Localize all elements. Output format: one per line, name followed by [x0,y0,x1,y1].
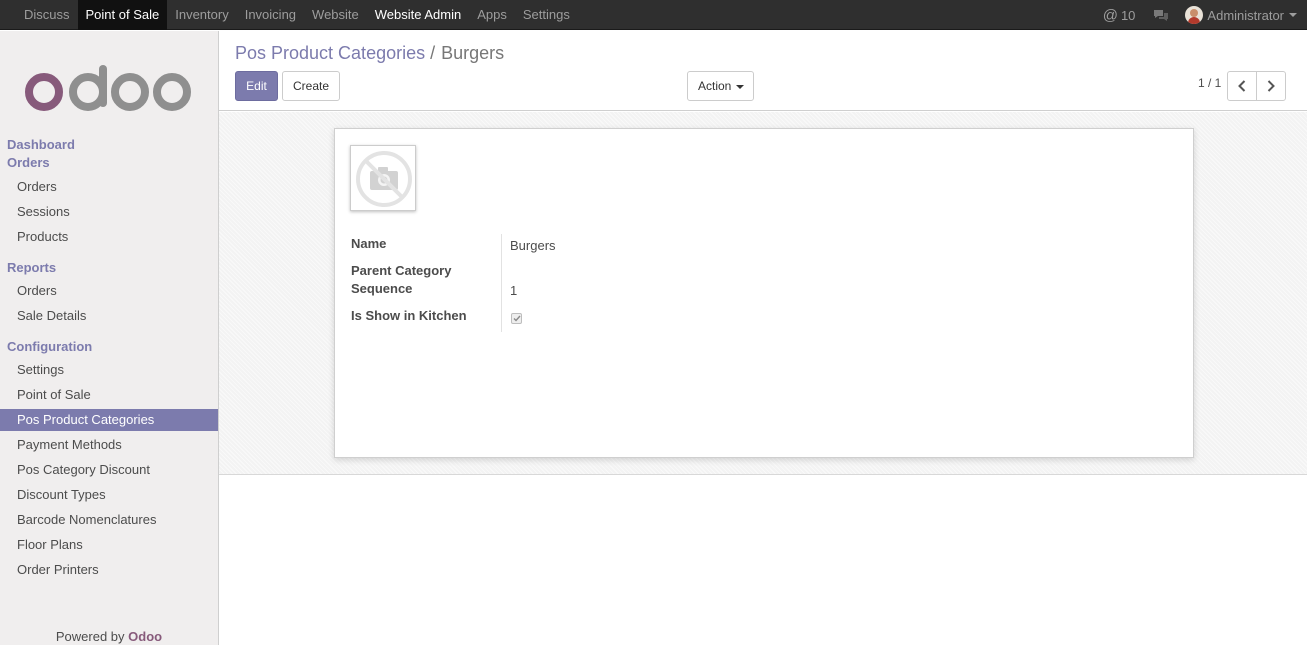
powered-by-label: Powered by [55,629,125,644]
top-navbar: Discuss Point of Sale Inventory Invoicin… [0,0,1307,30]
sequence-value: 1 [510,283,518,298]
breadcrumb-separator: / [430,43,436,63]
chevron-right-icon [1267,80,1275,92]
user-menu[interactable]: Administrator [1185,6,1297,24]
pager-previous-button[interactable] [1227,71,1257,101]
sequence-label: Sequence [351,281,413,296]
is-show-in-kitchen-checkbox [511,313,522,324]
odoo-logo[interactable] [24,65,194,113]
field-divider [501,234,502,332]
sidebar-section-orders[interactable]: Orders [7,155,50,170]
action-dropdown[interactable]: Action [687,71,754,101]
sidebar-item-pos-category-discount[interactable]: Pos Category Discount [0,459,218,481]
sidebar-section-configuration[interactable]: Configuration [7,339,92,354]
app-website[interactable]: Website [304,0,367,30]
at-icon: @ [1102,6,1118,24]
sidebar-section-reports[interactable]: Reports [7,260,56,275]
comments-icon[interactable] [1153,9,1169,22]
mentions-counter[interactable]: @ 10 [1103,7,1136,24]
sidebar-item-pos-product-categories[interactable]: Pos Product Categories [0,409,218,431]
name-label: Name [351,236,387,251]
caret-down-icon [1289,13,1297,17]
no-camera-icon [356,151,412,207]
name-value: Burgers [510,238,556,253]
user-name: Administrator [1207,7,1284,23]
control-panel: Pos Product Categories / Burgers Edit Crea… [219,31,1307,111]
is-show-in-kitchen-label: Is Show in Kitchen [351,308,467,323]
app-point-of-sale[interactable]: Point of Sale [77,0,168,30]
sidebar-item-products[interactable]: Products [0,226,218,248]
sidebar-item-discount-types[interactable]: Discount Types [0,484,218,506]
category-image[interactable] [350,145,416,211]
avatar [1185,6,1204,24]
app-website-admin[interactable]: Website Admin [367,0,469,30]
app-menu: Discuss Point of Sale Inventory Invoicin… [16,0,578,30]
caret-down-icon [736,84,745,89]
app-apps[interactable]: Apps [469,0,515,30]
pager-next-button[interactable] [1256,71,1286,101]
systray: @ 10 Administrator [1103,0,1297,30]
sidebar-item-report-orders[interactable]: Orders [0,280,218,302]
breadcrumb-current: Burgers [441,43,505,63]
sidebar-item-sale-details[interactable]: Sale Details [0,305,218,327]
app-inventory[interactable]: Inventory [167,0,236,30]
powered-by-brand-link[interactable]: Odoo [128,629,162,644]
app-settings[interactable]: Settings [515,0,578,30]
breadcrumb-parent-link[interactable]: Pos Product Categories [235,43,425,63]
chevron-left-icon [1238,80,1246,92]
check-icon [513,315,521,322]
form-view-background: Name Parent Category Sequence Is Show in… [219,112,1307,475]
form-sheet: Name Parent Category Sequence Is Show in… [334,128,1194,458]
sidebar-item-order-printers[interactable]: Order Printers [0,559,218,581]
pager-value[interactable]: 1 / 1 [1198,76,1221,90]
sidebar-item-payment-methods[interactable]: Payment Methods [0,434,218,456]
sidebar: Dashboard Orders Orders Sessions Product… [0,31,219,645]
sidebar-section-dashboard[interactable]: Dashboard [7,137,75,152]
edit-button[interactable]: Edit [235,71,278,101]
app-discuss[interactable]: Discuss [16,0,78,30]
action-label: Action [698,79,732,93]
breadcrumb: Pos Product Categories / Burgers [235,43,504,64]
powered-by: Powered by Odoo [0,629,218,644]
sidebar-item-orders[interactable]: Orders [0,176,218,198]
app-invoicing[interactable]: Invoicing [237,0,304,30]
mention-count: 10 [1120,7,1136,23]
sidebar-item-sessions[interactable]: Sessions [0,201,218,223]
create-button[interactable]: Create [282,71,340,101]
sidebar-item-settings[interactable]: Settings [0,359,218,381]
sidebar-item-barcode-nomenclatures[interactable]: Barcode Nomenclatures [0,509,218,531]
sidebar-item-point-of-sale[interactable]: Point of Sale [0,384,218,406]
sidebar-item-floor-plans[interactable]: Floor Plans [0,534,218,556]
parent-category-label: Parent Category [351,263,452,278]
